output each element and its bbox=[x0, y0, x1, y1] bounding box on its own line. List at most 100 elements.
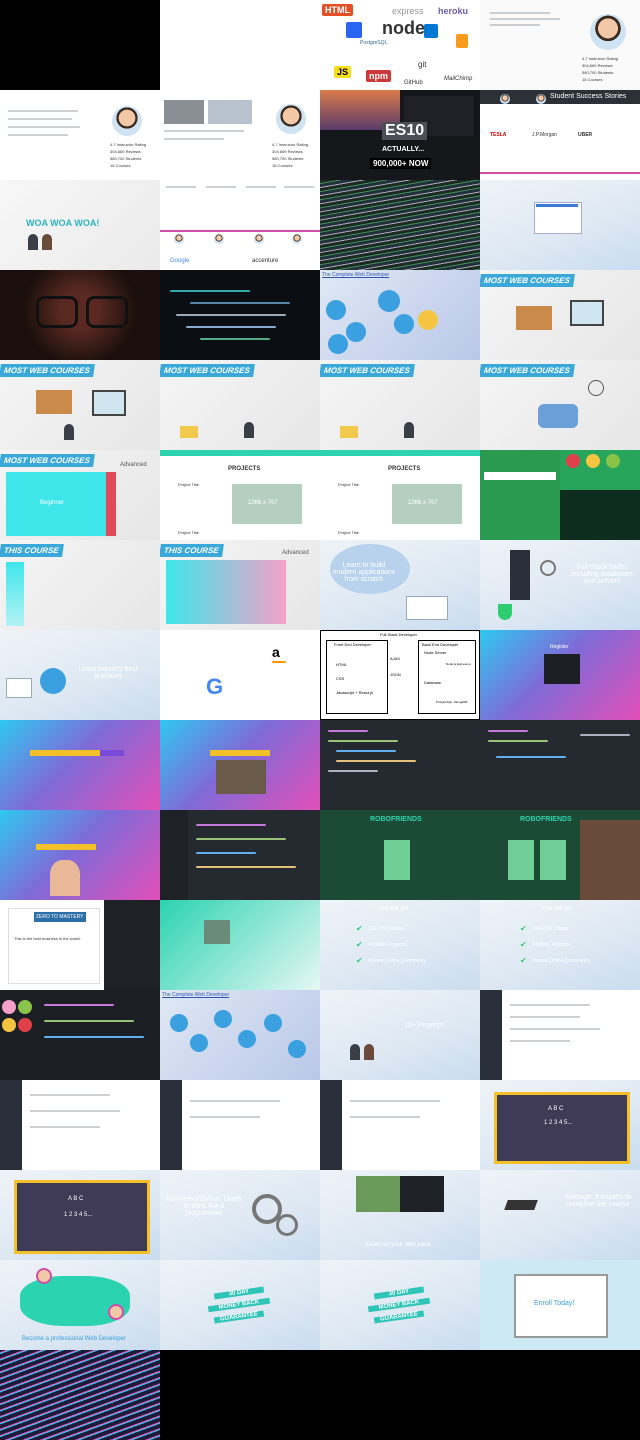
message-line bbox=[510, 1028, 600, 1030]
express-logo: express bbox=[392, 6, 424, 16]
average-text: Average: 3 months to complete the course bbox=[564, 1194, 632, 1208]
chat-sidebar bbox=[160, 1080, 182, 1170]
message-line bbox=[350, 1100, 440, 1102]
message-line bbox=[510, 1040, 570, 1042]
code-line bbox=[44, 1020, 134, 1022]
tile-advanced-beginner: MOST WEB COURSES Advanced Beginner bbox=[0, 450, 160, 540]
landscape-screenshot bbox=[356, 1176, 400, 1212]
es10-title: ES10 bbox=[382, 122, 428, 140]
tile-complete-web-dev-2: The Complete Web Developer bbox=[160, 990, 320, 1080]
register-title: Register bbox=[550, 644, 569, 650]
search-input[interactable] bbox=[30, 750, 100, 756]
character-icon bbox=[364, 1044, 374, 1060]
text-line bbox=[490, 24, 540, 26]
divider bbox=[480, 172, 640, 174]
projects-heading: PROJECTS bbox=[228, 466, 261, 472]
chat-sidebar bbox=[480, 990, 502, 1080]
question-icon bbox=[588, 380, 604, 396]
code-line bbox=[170, 290, 250, 292]
git-logo: git bbox=[418, 60, 427, 69]
tile-pink-app-3 bbox=[0, 810, 160, 900]
code-line bbox=[336, 760, 416, 762]
tile-chalkboard-2: A B C 1 2 3 4 5... bbox=[0, 1170, 160, 1260]
get-item-3: Private Online Community bbox=[532, 958, 591, 964]
mailchimp-logo: MailChimp bbox=[444, 76, 473, 82]
tile-robofriends-1: ROBOFRIENDS bbox=[320, 810, 480, 900]
tile-code-blur bbox=[320, 180, 480, 270]
tile-black-end bbox=[160, 1350, 320, 1440]
code-line bbox=[496, 756, 566, 758]
course-title: The Complete Web Developer bbox=[322, 272, 390, 278]
search-input[interactable] bbox=[210, 750, 270, 756]
video-thumbnail-grid: HTML express heroku node PostgreSQL JS n… bbox=[0, 0, 640, 1440]
tile-code-editor-3 bbox=[160, 810, 320, 900]
most-web-courses-banner: MOST WEB COURSES bbox=[320, 364, 415, 377]
code-line bbox=[336, 750, 396, 752]
project-title: Project Title bbox=[178, 482, 199, 487]
course-title: The Complete Web Developer bbox=[162, 992, 230, 998]
css-label: CSS bbox=[336, 676, 345, 681]
emoji-icon bbox=[18, 1018, 32, 1032]
tile-money-back-2: 30 DAY MONEY BACK GUARANTEE bbox=[320, 1260, 480, 1350]
computer-icon bbox=[92, 390, 126, 416]
es10-count: 900,000+ NOW bbox=[370, 158, 432, 169]
emoji-icon bbox=[2, 1018, 16, 1032]
best-business-text: This is the best business in the world! bbox=[14, 936, 81, 941]
profile-stat-1: 4.7 Instructor Rating bbox=[272, 142, 309, 147]
tile-code-dark bbox=[160, 270, 320, 360]
app-panel bbox=[480, 450, 560, 540]
this-course-banner: THIS COURSE bbox=[160, 544, 224, 557]
css3-icon bbox=[346, 22, 362, 38]
code-line bbox=[196, 852, 256, 854]
js-logo: JS bbox=[334, 66, 352, 78]
tile-most-web-courses-2: MOST WEB COURSES bbox=[0, 360, 160, 450]
message-line bbox=[30, 1110, 120, 1112]
message-line bbox=[510, 1016, 580, 1018]
article-image bbox=[208, 100, 252, 124]
tile-most-web-courses-1: MOST WEB COURSES bbox=[480, 270, 640, 360]
tech-circle-icon bbox=[394, 314, 414, 334]
professional-text: Become a professional Web Developer bbox=[22, 1336, 126, 1342]
dark-panel bbox=[560, 490, 640, 540]
search-input[interactable] bbox=[36, 844, 96, 850]
heroku-logo: heroku bbox=[438, 6, 469, 16]
code-line bbox=[196, 866, 296, 868]
text-line bbox=[166, 186, 196, 188]
code-line bbox=[580, 734, 630, 736]
get-item-2: Portfolio Projects bbox=[532, 942, 570, 948]
text-line bbox=[8, 134, 68, 136]
tile-window-popup bbox=[480, 180, 640, 270]
tile-this-course-2: THIS COURSE Advanced bbox=[160, 540, 320, 630]
most-web-courses-banner: MOST WEB COURSES bbox=[160, 364, 255, 377]
enroll-text[interactable]: Enroll Today! bbox=[534, 1300, 574, 1307]
ten-projects-text: 10+ Projects! bbox=[404, 1022, 446, 1029]
laptop-icon bbox=[406, 596, 448, 620]
google-logo: Google bbox=[170, 258, 190, 264]
tile-own-pace: Learn on your own pace bbox=[320, 1170, 480, 1260]
es10-actually: ACTUALLY... bbox=[382, 146, 425, 153]
message-line bbox=[350, 1116, 420, 1118]
server-icon bbox=[510, 550, 530, 600]
tile-emoji-code bbox=[0, 990, 160, 1080]
guarantee-label: GUARANTEE bbox=[213, 1310, 265, 1324]
code-panel bbox=[104, 900, 160, 990]
emoji-icon bbox=[606, 454, 620, 468]
most-web-courses-banner: MOST WEB COURSES bbox=[0, 454, 95, 467]
window-titlebar bbox=[536, 204, 578, 207]
tech-circle-icon bbox=[170, 1014, 188, 1032]
guarantee-day: 30 DAY bbox=[213, 1286, 265, 1300]
code-line bbox=[328, 730, 368, 732]
text-line bbox=[8, 110, 78, 112]
front-end-title: Front End Developer bbox=[334, 642, 371, 647]
npm-logo: npm bbox=[366, 70, 391, 82]
tile-most-web-courses-5: MOST WEB COURSES bbox=[480, 360, 640, 450]
chat-sidebar bbox=[320, 1080, 342, 1170]
submit-button[interactable] bbox=[100, 750, 124, 756]
user-avatar bbox=[36, 1268, 52, 1284]
tile-student-stories: Student Success Stories TESLA J.P.Morgan… bbox=[480, 90, 640, 180]
house-icon bbox=[36, 390, 72, 414]
tesla-logo: TESLA bbox=[490, 132, 507, 138]
tile-robofriends-2: ROBOFRIENDS bbox=[480, 810, 640, 900]
html5-logo: HTML bbox=[322, 4, 353, 16]
full-stack-text: Full Stack Skills: including databases a… bbox=[571, 564, 633, 585]
